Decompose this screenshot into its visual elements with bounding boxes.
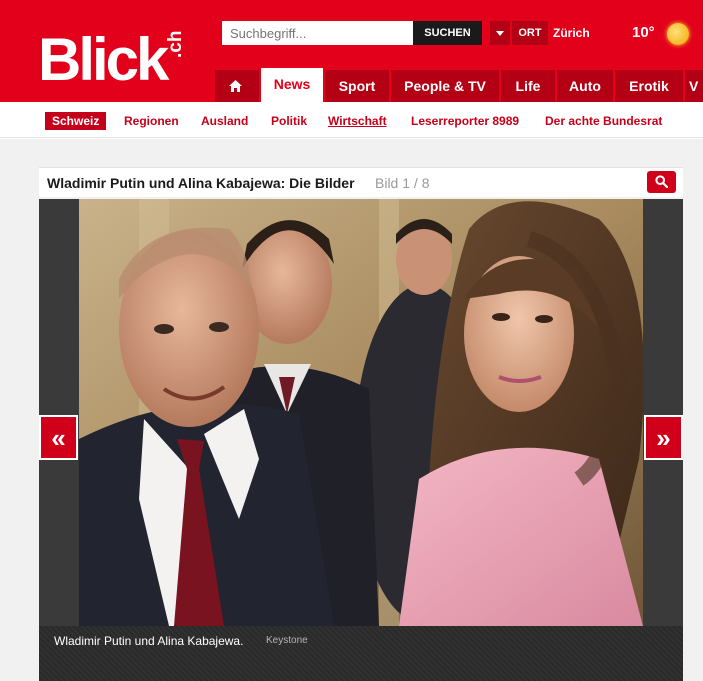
gallery-prev-button[interactable]: « xyxy=(39,415,78,460)
nav-tab-more[interactable]: V xyxy=(685,70,703,102)
sub-nav: Schweiz Regionen Ausland Politik Wirtsch… xyxy=(0,102,703,138)
subnav-item-regionen[interactable]: Regionen xyxy=(124,112,179,130)
weather-temperature: 10° xyxy=(632,24,655,41)
search-button[interactable]: SUCHEN xyxy=(413,21,482,45)
site-header: Blick .ch SUCHEN ORT Zürich 10° News Spo… xyxy=(0,0,703,102)
chevron-down-icon xyxy=(496,31,504,36)
gallery-counter: Bild 1 / 8 xyxy=(375,175,430,191)
main-nav: News Sport People & TV Life Auto Erotik … xyxy=(215,68,703,102)
gallery-photo[interactable] xyxy=(79,199,643,626)
home-icon xyxy=(229,80,242,92)
nav-tab-news[interactable]: News xyxy=(261,68,323,102)
nav-tab-life[interactable]: Life xyxy=(501,70,555,102)
nav-tab-auto[interactable]: Auto xyxy=(557,70,613,102)
nav-tab-erotik[interactable]: Erotik xyxy=(615,70,683,102)
subnav-item-wirtschaft[interactable]: Wirtschaft xyxy=(328,112,387,130)
gallery-title: Wladimir Putin und Alina Kabajewa: Die B… xyxy=(47,175,355,191)
location-city[interactable]: Zürich xyxy=(553,21,623,45)
gallery-photo-credit: Keystone xyxy=(266,635,308,646)
nav-tab-people-tv[interactable]: People & TV xyxy=(391,70,499,102)
gallery-photo-frame: « » xyxy=(39,199,683,626)
subnav-item-ausland[interactable]: Ausland xyxy=(201,112,248,130)
search-input[interactable] xyxy=(222,21,415,45)
subnav-item-schweiz[interactable]: Schweiz xyxy=(45,112,107,130)
blick-logo[interactable]: Blick .ch xyxy=(38,18,198,98)
zoom-button[interactable] xyxy=(647,171,676,193)
subnav-item-leserreporter[interactable]: Leserreporter 8989 xyxy=(411,112,519,130)
subnav-item-bundesrat[interactable]: Der achte Bundesrat xyxy=(545,112,662,130)
logo-wordmark: Blick xyxy=(38,26,169,93)
location-dropdown-button[interactable] xyxy=(490,21,510,45)
gallery-next-button[interactable]: » xyxy=(644,415,683,460)
sun-icon xyxy=(667,23,689,45)
subnav-item-politik[interactable]: Politik xyxy=(271,112,307,130)
logo-domain: .ch xyxy=(165,30,186,58)
nav-tab-home[interactable] xyxy=(215,70,259,102)
nav-tab-sport[interactable]: Sport xyxy=(325,70,389,102)
gallery-header: Wladimir Putin und Alina Kabajewa: Die B… xyxy=(39,167,683,197)
search-icon xyxy=(655,175,668,188)
location-label: ORT xyxy=(512,21,548,45)
gallery-caption: Wladimir Putin und Alina Kabajewa. xyxy=(54,634,244,648)
gallery-caption-bar: Wladimir Putin und Alina Kabajewa. Keyst… xyxy=(39,626,683,681)
